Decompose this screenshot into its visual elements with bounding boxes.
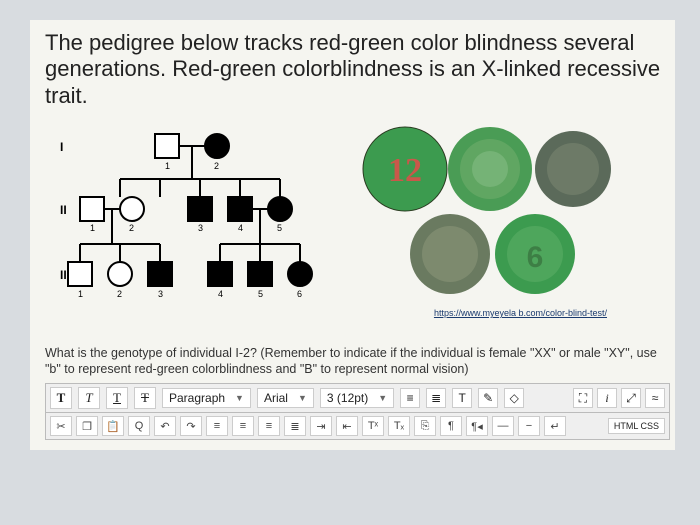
gen-label-2: II — [60, 203, 67, 217]
italic-button[interactable]: T — [78, 387, 100, 409]
svg-text:6: 6 — [297, 289, 302, 299]
page-content: The pedigree below tracks red-green colo… — [30, 20, 675, 450]
subscript-button[interactable]: Tₓ — [388, 416, 410, 436]
svg-text:4: 4 — [238, 223, 243, 233]
help-button[interactable]: i — [597, 388, 617, 408]
svg-text:4: 4 — [218, 289, 223, 299]
paragraph-select[interactable]: Paragraph ▼ — [162, 388, 251, 408]
remove-button[interactable]: − — [518, 416, 540, 436]
gen-label-1: I — [60, 140, 63, 154]
rte-toolbar-2: ✂ ❐ 📋 Q ↶ ↷ ≡ ≡ ≡ ≣ ⇥ ⇤ Tˣ Tₓ ⎘ ¶ ¶◂ — −… — [45, 413, 670, 440]
size-label: 3 (12pt) — [327, 391, 368, 405]
chevron-down-icon: ▼ — [378, 393, 387, 403]
svg-text:12: 12 — [388, 152, 422, 189]
expand-button[interactable]: ⤢ — [621, 388, 641, 408]
svg-text:3: 3 — [158, 289, 163, 299]
ltr-button[interactable]: ¶ — [440, 416, 462, 436]
redo-button[interactable]: ↷ — [180, 416, 202, 436]
chevron-down-icon: ▼ — [235, 393, 244, 403]
clear-format-button[interactable]: ◇ — [504, 388, 524, 408]
pedigree-chart: I 1 2 II 1 — [45, 119, 345, 334]
svg-text:3: 3 — [198, 223, 203, 233]
hr-button[interactable]: — — [492, 416, 514, 436]
underline-button[interactable]: T — [106, 387, 128, 409]
svg-text:2: 2 — [117, 289, 122, 299]
text-color-button[interactable]: T — [452, 388, 472, 408]
align-left-button[interactable]: ≡ — [206, 416, 228, 436]
align-center-button[interactable]: ≡ — [232, 416, 254, 436]
superscript-button[interactable]: Tˣ — [362, 416, 384, 436]
svg-text:5: 5 — [277, 223, 282, 233]
rte-toolbar-1: T T T T Paragraph ▼ Arial ▼ 3 (12pt) ▼ ≡… — [45, 383, 670, 413]
bullet-list-button[interactable]: ≡ — [400, 388, 420, 408]
align-right-button[interactable]: ≡ — [258, 416, 280, 436]
rtl-button[interactable]: ¶◂ — [466, 416, 488, 436]
svg-text:2: 2 — [129, 223, 134, 233]
anchor-button[interactable]: ↵ — [544, 416, 566, 436]
number-list-button[interactable]: ≣ — [426, 388, 446, 408]
svg-text:1: 1 — [90, 223, 95, 233]
highlight-button[interactable]: ✎ — [478, 388, 498, 408]
html-css-button[interactable]: HTML CSS — [608, 418, 665, 434]
chevron-down-icon: ▼ — [298, 393, 307, 403]
svg-text:1: 1 — [165, 161, 170, 171]
cut-button[interactable]: ✂ — [50, 416, 72, 436]
copy-button[interactable]: ❐ — [76, 416, 98, 436]
question-text: What is the genotype of individual I-2? … — [45, 346, 670, 377]
paste-button[interactable]: 📋 — [102, 416, 124, 436]
intro-text: The pedigree below tracks red-green colo… — [45, 30, 670, 109]
font-select[interactable]: Arial ▼ — [257, 388, 314, 408]
find-button[interactable]: Q — [128, 416, 150, 436]
fullscreen-button[interactable]: ⛶ — [573, 388, 593, 408]
bold-button[interactable]: T — [50, 387, 72, 409]
svg-text:6: 6 — [527, 241, 544, 274]
size-select[interactable]: 3 (12pt) ▼ — [320, 388, 394, 408]
svg-text:2: 2 — [214, 161, 219, 171]
svg-text:5: 5 — [258, 289, 263, 299]
outdent-button[interactable]: ⇤ — [336, 416, 358, 436]
strike-button[interactable]: T — [134, 387, 156, 409]
ishihara-plates: 12 6 https://www.myeyela b.com/color-bli… — [355, 119, 615, 318]
paragraph-label: Paragraph — [169, 391, 225, 405]
indent-button[interactable]: ⇥ — [310, 416, 332, 436]
plates-caption[interactable]: https://www.myeyela b.com/color-blind-te… — [355, 308, 615, 318]
align-justify-button[interactable]: ≣ — [284, 416, 306, 436]
font-label: Arial — [264, 391, 288, 405]
undo-button[interactable]: ↶ — [154, 416, 176, 436]
link-button[interactable]: ⎘ — [414, 416, 436, 436]
collapse-button[interactable]: ≈ — [645, 388, 665, 408]
content-row: I 1 2 II 1 — [45, 119, 670, 334]
svg-text:1: 1 — [78, 289, 83, 299]
